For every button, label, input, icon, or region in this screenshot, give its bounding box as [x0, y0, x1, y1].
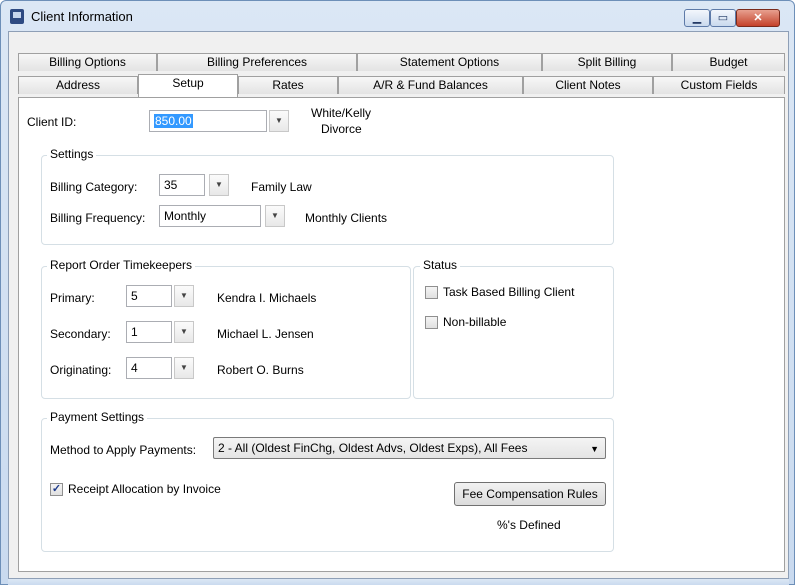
method-to-apply-payments-select[interactable]: 2 - All (Oldest FinChg, Oldest Advs, Old…: [213, 437, 606, 459]
title-bar[interactable]: Client Information ▁ ▭ ✕: [1, 1, 794, 31]
task-based-billing-checkbox[interactable]: [425, 286, 438, 299]
client-name-line1: White/Kelly: [311, 106, 372, 120]
secondary-field[interactable]: 1: [126, 321, 172, 343]
secondary-label: Secondary:: [50, 327, 111, 341]
tab-rates[interactable]: Rates: [238, 76, 338, 94]
primary-field[interactable]: 5: [126, 285, 172, 307]
receipt-allocation-checkbox[interactable]: ✓: [50, 483, 63, 496]
chevron-down-icon: ▼: [590, 444, 599, 454]
non-billable-checkbox[interactable]: [425, 316, 438, 329]
app-icon: [10, 9, 24, 24]
setup-panel: Client ID: 850.00 ▼ White/Kelly Divorce …: [18, 97, 785, 572]
billing-category-label: Billing Category:: [50, 180, 138, 194]
originating-field[interactable]: 4: [126, 357, 172, 379]
billing-category-field[interactable]: 35: [159, 174, 205, 196]
secondary-name: Michael L. Jensen: [217, 327, 314, 341]
tab-budget[interactable]: Budget: [672, 53, 785, 71]
client-id-dropdown[interactable]: ▼: [269, 110, 289, 132]
billing-frequency-label: Billing Frequency:: [50, 211, 146, 225]
tab-client-notes[interactable]: Client Notes: [523, 76, 653, 94]
client-name-line2: Divorce: [321, 122, 362, 136]
settings-group-label: Settings: [47, 147, 97, 161]
tab-custom-fields[interactable]: Custom Fields: [653, 76, 785, 94]
timekeepers-group-label: Report Order Timekeepers: [47, 258, 196, 272]
close-button[interactable]: ✕: [736, 9, 780, 27]
billing-frequency-description: Monthly Clients: [305, 211, 388, 225]
method-to-apply-payments-label: Method to Apply Payments:: [50, 443, 197, 457]
billing-frequency-dropdown[interactable]: ▼: [265, 205, 285, 227]
tab-billing-preferences[interactable]: Billing Preferences: [157, 53, 357, 71]
receipt-allocation-label: Receipt Allocation by Invoice: [68, 482, 221, 496]
payment-settings-group-label: Payment Settings: [47, 410, 148, 424]
tab-setup[interactable]: Setup: [138, 74, 238, 97]
window-bottom-frame: [8, 579, 789, 585]
settings-group: [41, 155, 614, 245]
method-to-apply-payments-value: 2 - All (Oldest FinChg, Oldest Advs, Old…: [218, 441, 528, 455]
billing-frequency-field[interactable]: Monthly: [159, 205, 261, 227]
billing-category-dropdown[interactable]: ▼: [209, 174, 229, 196]
client-information-window: Client Information ▁ ▭ ✕ Billing Options…: [0, 0, 795, 585]
status-group-label: Status: [420, 258, 461, 272]
minimize-button[interactable]: ▁: [684, 9, 710, 27]
primary-label: Primary:: [50, 291, 95, 305]
originating-name: Robert O. Burns: [217, 363, 304, 377]
tab-split-billing[interactable]: Split Billing: [542, 53, 672, 71]
tab-statement-options[interactable]: Statement Options: [357, 53, 542, 71]
percent-defined-text: %'s Defined: [497, 518, 561, 532]
originating-label: Originating:: [50, 363, 112, 377]
tab-billing-options[interactable]: Billing Options: [18, 53, 157, 71]
fee-compensation-rules-button[interactable]: Fee Compensation Rules: [454, 482, 606, 506]
client-id-label: Client ID:: [27, 115, 77, 129]
client-id-value: 850.00: [154, 114, 193, 128]
secondary-dropdown[interactable]: ▼: [174, 321, 194, 343]
tab-ar-fund-balances[interactable]: A/R & Fund Balances: [338, 76, 523, 94]
window-title: Client Information: [31, 9, 133, 24]
task-based-billing-label: Task Based Billing Client: [443, 285, 575, 299]
primary-dropdown[interactable]: ▼: [174, 285, 194, 307]
tab-address[interactable]: Address: [18, 76, 138, 94]
maximize-button[interactable]: ▭: [710, 9, 736, 27]
billing-category-description: Family Law: [251, 180, 312, 194]
non-billable-label: Non-billable: [443, 315, 507, 329]
originating-dropdown[interactable]: ▼: [174, 357, 194, 379]
client-id-field[interactable]: 850.00: [149, 110, 267, 132]
primary-name: Kendra I. Michaels: [217, 291, 317, 305]
